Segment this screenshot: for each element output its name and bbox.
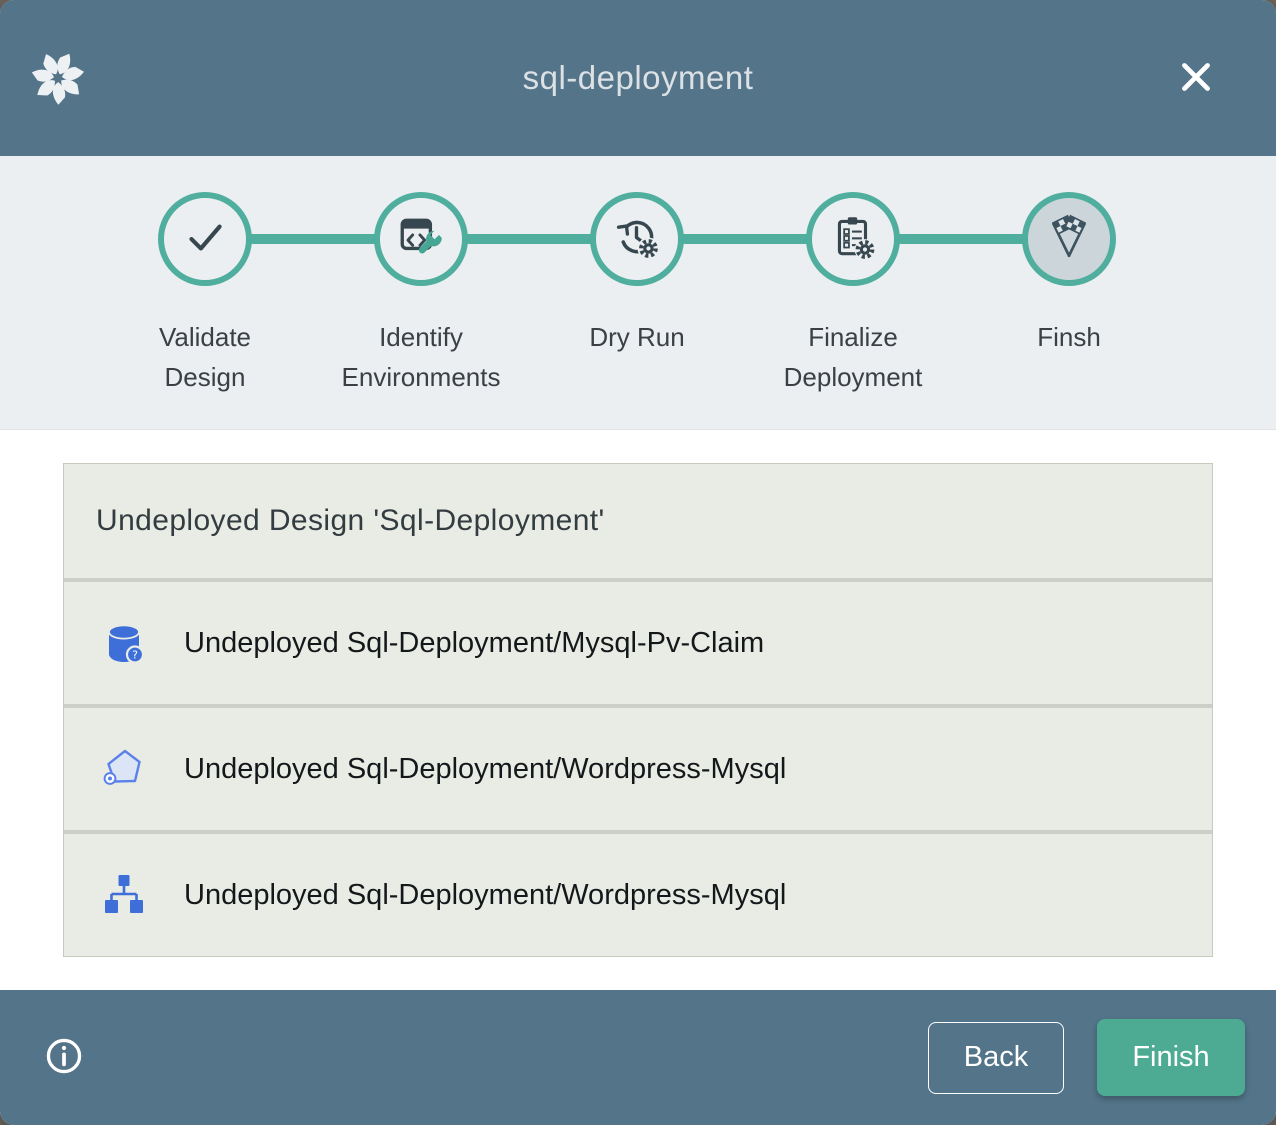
step-circle-dry-run[interactable] (590, 192, 684, 286)
modal-footer: Back Finish (0, 990, 1276, 1125)
deployment-stepper: Validate Design (0, 156, 1276, 430)
modal-title: sql-deployment (523, 59, 754, 97)
sync-gear-icon (612, 212, 662, 267)
step-label: Validate Design (159, 317, 251, 397)
code-wrench-icon (396, 212, 446, 267)
step-circle-validate-design[interactable] (158, 192, 252, 286)
status-text: Undeployed Sql-Deployment/Mysql-Pv-Claim (184, 627, 764, 660)
deployment-wizard-modal: sql-deployment (0, 0, 1276, 1125)
step-finalize-deployment: Finalize Deployment (745, 192, 961, 397)
status-row-wordpress-mysql-pod: Undeployed Sql-Deployment/Wordpress-Mysq… (64, 708, 1212, 830)
svg-text:?: ? (132, 649, 138, 662)
pod-icon (100, 745, 148, 793)
back-button[interactable]: Back (928, 1022, 1064, 1094)
step-finish: Finsh (961, 192, 1177, 397)
checkered-flags-icon (1044, 212, 1094, 267)
step-label: Finsh (1037, 317, 1101, 357)
clipboard-gear-icon (828, 212, 878, 267)
step-label: Finalize Deployment (784, 317, 923, 397)
status-text: Undeployed Sql-Deployment/Wordpress-Mysq… (184, 879, 786, 912)
panel-header-row: Undeployed Design 'Sql-Deployment' (64, 464, 1212, 578)
close-button[interactable] (1174, 56, 1218, 100)
step-circle-finish[interactable] (1022, 192, 1116, 286)
step-identify-environments: Identify Environments (313, 192, 529, 397)
step-validate-design: Validate Design (97, 192, 313, 397)
step-circle-identify-environments[interactable] (374, 192, 468, 286)
panel-header-text: Undeployed Design 'Sql-Deployment' (96, 504, 605, 538)
step-label: Identify Environments (342, 317, 501, 397)
info-icon (44, 1036, 84, 1079)
service-tree-icon (100, 871, 148, 919)
finish-button[interactable]: Finish (1097, 1019, 1245, 1096)
check-icon (180, 212, 230, 267)
meshery-logo-icon (30, 50, 86, 106)
step-circle-finalize-deployment[interactable] (806, 192, 900, 286)
step-label: Dry Run (589, 317, 684, 357)
modal-header: sql-deployment (0, 0, 1276, 156)
database-icon: ? (100, 619, 148, 667)
status-text: Undeployed Sql-Deployment/Wordpress-Mysq… (184, 753, 786, 786)
modal-content: Undeployed Design 'Sql-Deployment' ? Und… (0, 430, 1276, 990)
step-dry-run: Dry Run (529, 192, 745, 397)
deployment-status-panel: Undeployed Design 'Sql-Deployment' ? Und… (63, 463, 1213, 957)
info-button[interactable] (42, 1036, 86, 1080)
status-row-mysql-pv-claim: ? Undeployed Sql-Deployment/Mysql-Pv-Cla… (64, 582, 1212, 704)
status-row-wordpress-mysql-service: Undeployed Sql-Deployment/Wordpress-Mysq… (64, 834, 1212, 956)
close-icon (1175, 56, 1217, 101)
